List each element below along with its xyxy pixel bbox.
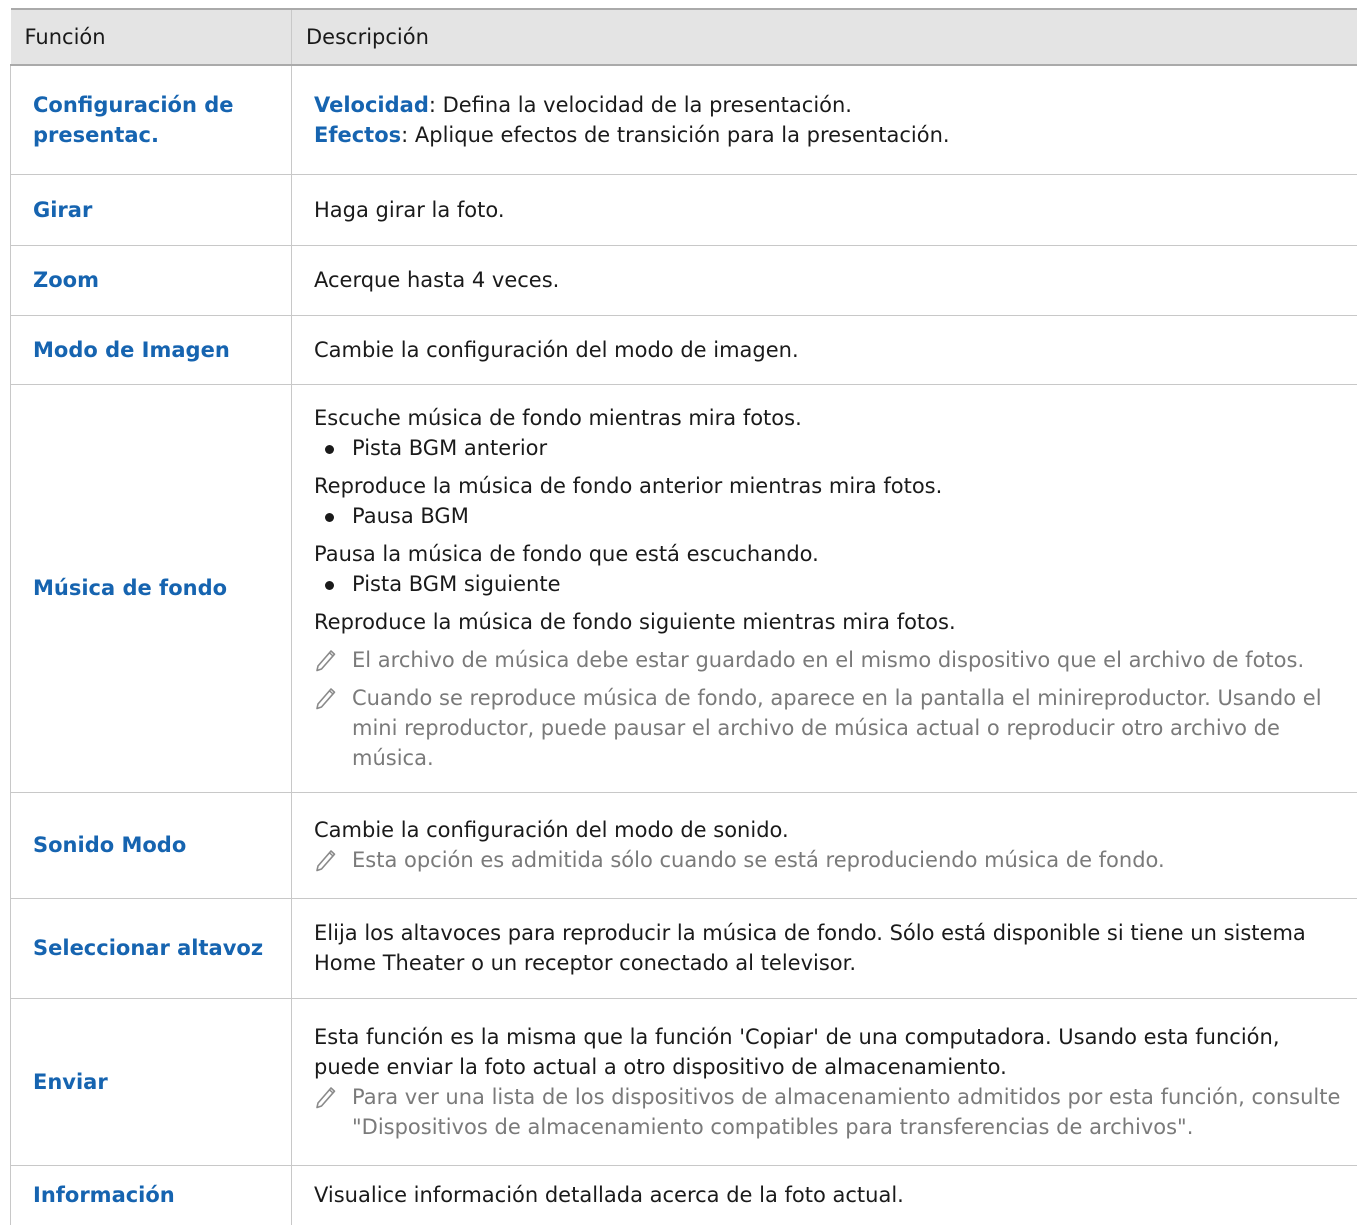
function-name: Sonido Modo: [11, 792, 292, 898]
bullet-description: Reproduce la música de fondo anterior mi…: [314, 471, 1342, 501]
bullet-item: Pista BGM anterior: [314, 433, 1342, 463]
bullet-label: Pista BGM siguiente: [352, 572, 561, 596]
table-row: Modo de Imagen Cambie la configuración d…: [11, 315, 1357, 384]
description-text: Esta función es la misma que la función …: [314, 1022, 1342, 1082]
note-text: Esta opción es admitida sólo cuando se e…: [352, 848, 1165, 872]
function-name: Seleccionar altavoz: [11, 898, 292, 998]
table-row: Información Visualice información detall…: [11, 1165, 1357, 1225]
table-row: Configuración de presentac. Velocidad: D…: [11, 65, 1357, 174]
function-description: Cambie la configuración del modo de soni…: [292, 792, 1357, 898]
description-text: Cambie la configuración del modo de soni…: [314, 815, 1342, 845]
table-row: Girar Haga girar la foto.: [11, 174, 1357, 245]
note: El archivo de música debe estar guardado…: [314, 645, 1342, 675]
bullet-dot-icon: [325, 513, 334, 522]
function-description: Cambie la configuración del modo de imag…: [292, 315, 1357, 384]
description-line: Velocidad: Defina la velocidad de la pre…: [314, 90, 1342, 120]
bullet-item: Pista BGM siguiente: [314, 569, 1342, 599]
function-description: Visualice información detallada acerca d…: [292, 1165, 1357, 1225]
header-function: Función: [11, 9, 292, 65]
table-row: Sonido Modo Cambie la configuración del …: [11, 792, 1357, 898]
note-text: El archivo de música debe estar guardado…: [352, 648, 1304, 672]
function-name: Configuración de presentac.: [11, 65, 292, 174]
bullet-description: Reproduce la música de fondo siguiente m…: [314, 607, 1342, 637]
table-row: Seleccionar altavoz Elija los altavoces …: [11, 898, 1357, 998]
table-row: Música de fondo Escuche música de fondo …: [11, 384, 1357, 792]
bullet-label: Pausa BGM: [352, 504, 469, 528]
function-description: Escuche música de fondo mientras mira fo…: [292, 384, 1357, 792]
function-table: Función Descripción Configuración de pre…: [10, 8, 1357, 1225]
function-description: Esta función es la misma que la función …: [292, 998, 1357, 1165]
function-name: Información: [11, 1165, 292, 1225]
description-line: Efectos: Aplique efectos de transición p…: [314, 120, 1342, 150]
bullet-label: Pista BGM anterior: [352, 436, 547, 460]
note: Esta opción es admitida sólo cuando se e…: [314, 845, 1342, 875]
bullet-description: Pausa la música de fondo que está escuch…: [314, 539, 1342, 569]
description-intro: Escuche música de fondo mientras mira fo…: [314, 403, 1342, 433]
function-description: Haga girar la foto.: [292, 174, 1357, 245]
function-name: Enviar: [11, 998, 292, 1165]
function-description: Elija los altavoces para reproducir la m…: [292, 898, 1357, 998]
note: Para ver una lista de los dispositivos d…: [314, 1082, 1342, 1142]
keyword: Efectos: [314, 123, 401, 147]
note-text: Para ver una lista de los dispositivos d…: [352, 1085, 1340, 1139]
note-text: Cuando se reproduce música de fondo, apa…: [352, 686, 1322, 770]
bullet-dot-icon: [325, 581, 334, 590]
bullet-item: Pausa BGM: [314, 501, 1342, 531]
function-description: Velocidad: Defina la velocidad de la pre…: [292, 65, 1357, 174]
table-row: Enviar Esta función es la misma que la f…: [11, 998, 1357, 1165]
function-description: Acerque hasta 4 veces.: [292, 245, 1357, 315]
function-name: Música de fondo: [11, 384, 292, 792]
function-name: Girar: [11, 174, 292, 245]
header-description: Descripción: [292, 9, 1357, 65]
pencil-note-icon: [314, 1083, 338, 1109]
keyword-text: : Aplique efectos de transición para la …: [401, 123, 949, 147]
pencil-note-icon: [314, 684, 338, 710]
table-header-row: Función Descripción: [11, 9, 1357, 65]
function-name: Modo de Imagen: [11, 315, 292, 384]
pencil-note-icon: [314, 646, 338, 672]
bullet-dot-icon: [325, 445, 334, 454]
note: Cuando se reproduce música de fondo, apa…: [314, 683, 1342, 773]
keyword: Velocidad: [314, 93, 429, 117]
function-name: Zoom: [11, 245, 292, 315]
keyword-text: : Defina la velocidad de la presentación…: [429, 93, 852, 117]
pencil-note-icon: [314, 846, 338, 872]
table-row: Zoom Acerque hasta 4 veces.: [11, 245, 1357, 315]
